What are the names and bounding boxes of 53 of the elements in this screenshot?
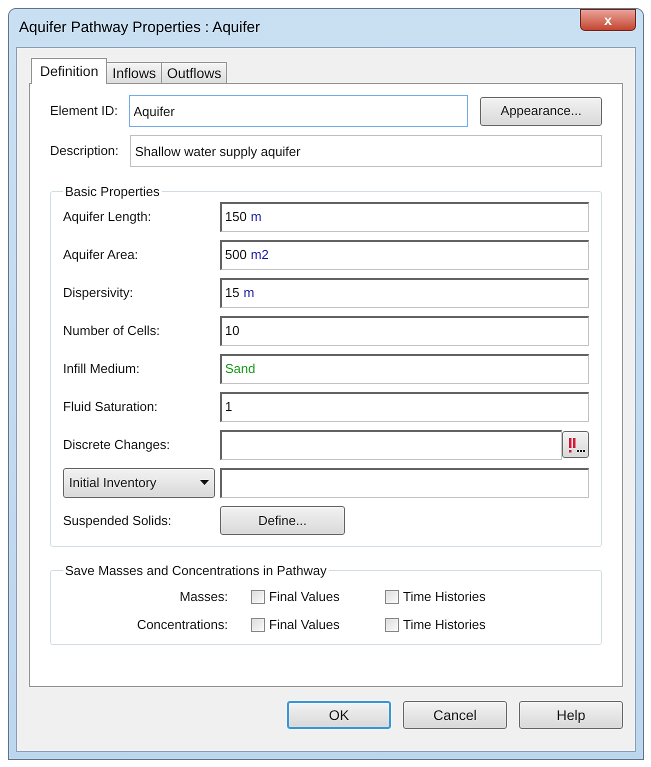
checkbox[interactable]: [251, 590, 265, 604]
input-field[interactable]: 150 m: [220, 202, 589, 232]
tab[interactable]: Outflows: [160, 62, 228, 84]
input-field[interactable]: 15 m: [220, 278, 589, 308]
group-title: Basic Properties: [64, 183, 161, 201]
field-label: Dispersivity:: [63, 284, 134, 302]
field-value: 15: [225, 284, 240, 302]
tab[interactable]: Definition: [31, 58, 108, 84]
field-value: 1: [225, 398, 232, 416]
field-label: Suspended Solids:: [63, 512, 172, 530]
input-field[interactable]: [220, 430, 562, 460]
input-field[interactable]: Shallow water supply aquifer: [130, 135, 602, 167]
checkbox-option[interactable]: Final Values: [251, 587, 385, 607]
dialog-button[interactable]: OK: [287, 701, 391, 729]
group-title: Save Masses and Concentrations in Pathway: [64, 562, 328, 580]
unit-label: m: [250, 208, 262, 226]
field-label: Description:: [50, 142, 120, 160]
input-field[interactable]: 10: [220, 316, 589, 346]
checkbox[interactable]: [385, 590, 399, 604]
input-field[interactable]: 500 m2: [220, 240, 589, 270]
dropdown-arrow-icon: [200, 480, 209, 485]
field-label: Fluid Saturation:: [63, 398, 159, 416]
edit-button[interactable]: [562, 431, 589, 458]
field-value: 150: [225, 208, 247, 226]
checkbox[interactable]: [385, 618, 399, 632]
field-label: Element ID:: [50, 102, 119, 120]
dropdown[interactable]: Initial Inventory: [63, 468, 215, 498]
define-button[interactable]: Define...: [220, 506, 345, 535]
unit-label: m: [243, 284, 254, 302]
row-label: Concentrations:: [136, 616, 229, 634]
tab[interactable]: Inflows: [106, 62, 162, 84]
checkbox-option[interactable]: Final Values: [251, 615, 385, 635]
field-label: Aquifer Area:: [63, 246, 140, 264]
window-title: Aquifer Pathway Properties : Aquifer: [19, 18, 260, 38]
dialog-button[interactable]: Help: [519, 701, 623, 729]
row-label: Masses:: [178, 588, 229, 606]
appearance-button[interactable]: Appearance...: [480, 96, 602, 126]
exclamation-ellipsis-icon: [566, 436, 584, 454]
dialog-button[interactable]: Cancel: [403, 701, 507, 729]
field-label: Aquifer Length:: [63, 208, 152, 226]
field-label: Discrete Changes:: [63, 436, 171, 454]
unit-label: m2: [250, 246, 269, 264]
field-value: Sand: [225, 360, 256, 378]
field-value: 10: [225, 322, 240, 340]
input-field[interactable]: [220, 468, 589, 498]
input-field[interactable]: Aquifer: [128, 95, 468, 127]
checkbox-option[interactable]: Time Histories: [385, 615, 486, 635]
checkbox[interactable]: [251, 618, 265, 632]
field-label: Number of Cells:: [63, 322, 161, 340]
field-value: 500: [225, 246, 247, 264]
checkbox-option[interactable]: Time Histories: [385, 587, 486, 607]
input-field[interactable]: 1: [220, 392, 589, 422]
field-label: Infill Medium:: [63, 360, 141, 378]
